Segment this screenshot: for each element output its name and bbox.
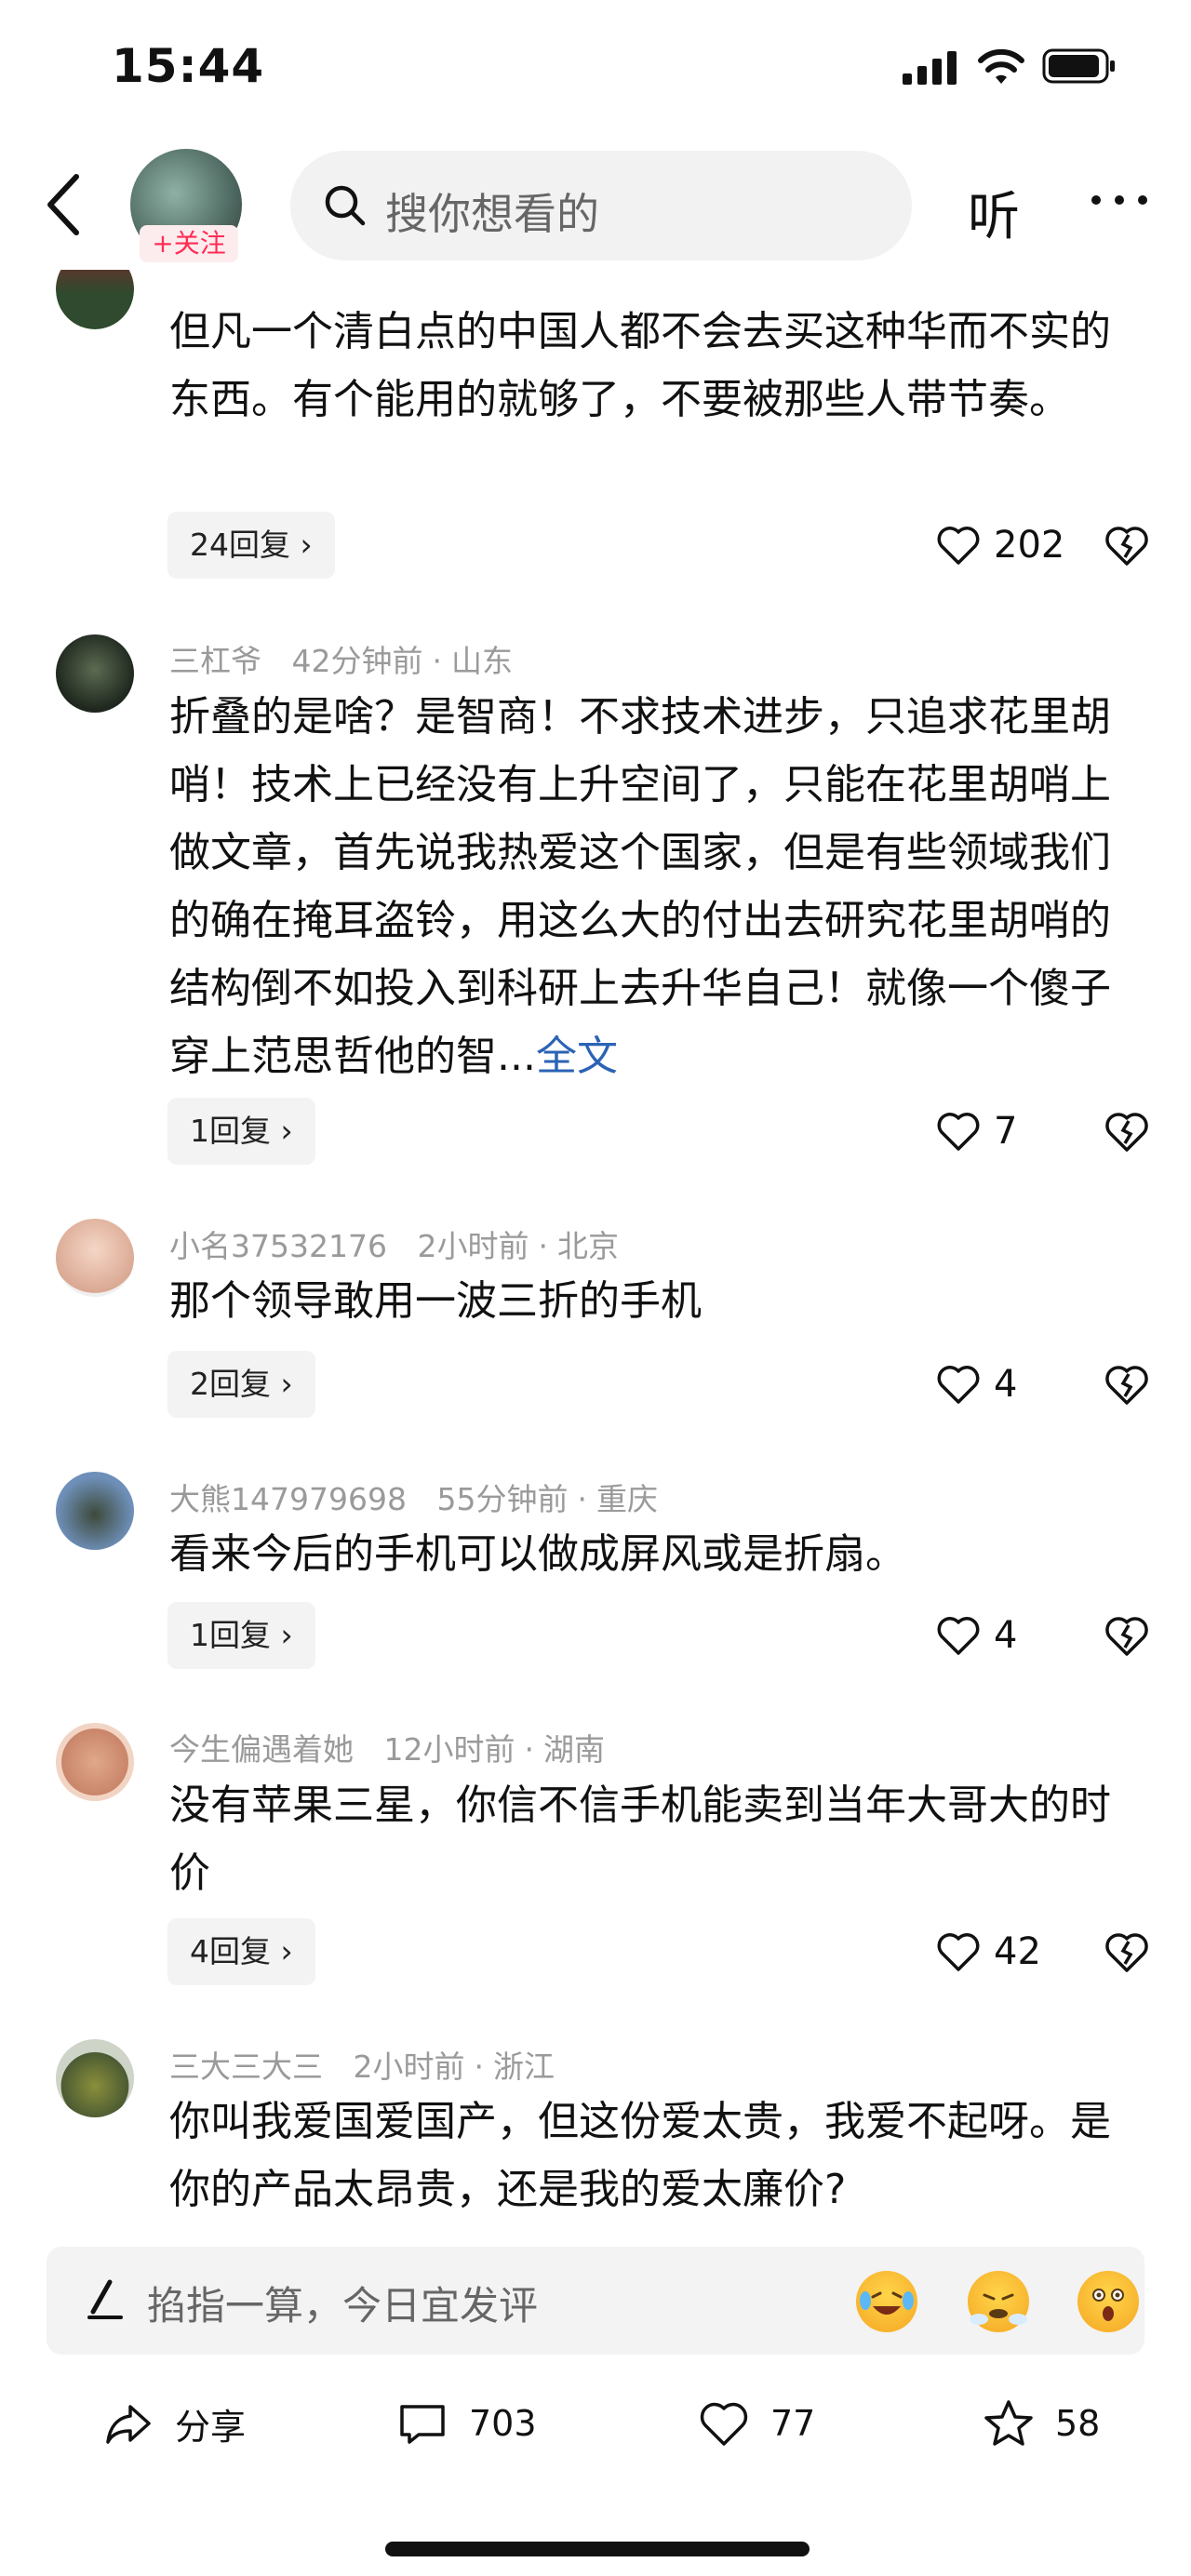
dislike-icon[interactable] xyxy=(1104,1930,1150,1973)
favorites-count: 58 xyxy=(1055,2403,1101,2444)
avatar[interactable] xyxy=(56,1723,134,1801)
star-icon xyxy=(984,2400,1033,2446)
comment-author[interactable]: 三大三大三 xyxy=(169,2049,323,2085)
laughing-crying-emoji-icon[interactable] xyxy=(856,2271,917,2332)
back-icon[interactable] xyxy=(37,167,93,242)
status-time: 15:44 xyxy=(112,39,265,93)
like-count: 42 xyxy=(994,1930,1041,1973)
dislike-icon[interactable] xyxy=(1104,1614,1150,1657)
comment-meta: 三大三大三 2小时前 · 浙江 xyxy=(169,2049,555,2085)
battery-icon xyxy=(1042,48,1115,84)
reply-count-button[interactable]: 4回复 › xyxy=(167,1918,315,1985)
search-placeholder: 搜你想看的 xyxy=(385,189,599,239)
comment-location: 湖南 xyxy=(543,1731,605,1768)
avatar[interactable] xyxy=(56,2039,134,2117)
comments-count: 703 xyxy=(469,2403,537,2444)
comment-text: 那个领导敢用一波三折的手机 xyxy=(169,1277,702,1325)
heart-icon xyxy=(937,1113,980,1151)
likes-count: 77 xyxy=(770,2403,816,2444)
comment-time: 2小时前 xyxy=(353,2049,465,2085)
bottom-action-bar: 分享 703 77 58 xyxy=(0,2377,1191,2470)
heart-icon xyxy=(937,527,980,565)
comment-location: 浙江 xyxy=(493,2049,555,2085)
avatar[interactable] xyxy=(56,1472,134,1550)
comment-text: 但凡一个清白点的中国人都不会去买这种华而不实的东西。有个能用的就够了，不要被那些… xyxy=(169,308,1111,423)
like-button[interactable]: 7 xyxy=(936,1098,1017,1165)
signal-icon xyxy=(903,51,957,85)
comment-author[interactable]: 三杠爷 xyxy=(169,643,261,679)
author-avatar[interactable]: +关注 xyxy=(130,149,248,266)
like-count: 4 xyxy=(994,1614,1018,1657)
comment-meta: 大熊147979698 55分钟前 · 重庆 xyxy=(169,1481,658,1517)
comment-time: 55分钟前 xyxy=(436,1481,569,1517)
avatar[interactable] xyxy=(56,634,134,713)
more-icon[interactable] xyxy=(1087,191,1152,209)
comment-time: 12小时前 xyxy=(383,1731,515,1768)
like-button[interactable]: 42 xyxy=(936,1918,1041,1985)
comment-author[interactable]: 大熊147979698 xyxy=(169,1481,407,1517)
comment-location: 山东 xyxy=(451,643,513,679)
laughing-crying-emoji-glyph xyxy=(860,2291,914,2315)
comment-text: 没有苹果三星，你信不信手机能卖到当年大哥大的时价 xyxy=(169,1782,1111,1897)
reply-count-button[interactable]: 2回复 › xyxy=(167,1351,315,1418)
search-icon xyxy=(325,185,366,226)
heart-icon xyxy=(937,1933,980,1971)
reply-count-button[interactable]: 24回复 › xyxy=(167,512,335,579)
like-button[interactable]: 4 xyxy=(936,1602,1017,1669)
comment-text: 看来今后的手机可以做成屏风或是折扇。 xyxy=(169,1530,906,1578)
comment-meta: 今生偏遇着她 12小时前 · 湖南 xyxy=(169,1731,605,1768)
like-count: 4 xyxy=(994,1363,1018,1406)
favorite-button[interactable]: 58 xyxy=(983,2396,1100,2451)
comment-meta: 三杠爷 42分钟前 · 山东 xyxy=(169,643,513,679)
pen-icon xyxy=(87,2279,123,2319)
dislike-icon[interactable] xyxy=(1104,1363,1150,1406)
top-nav-bar: +关注 搜你想看的 听 xyxy=(0,140,1191,270)
heart-icon xyxy=(937,1366,980,1404)
share-icon xyxy=(106,2405,151,2444)
like-count: 7 xyxy=(994,1110,1018,1153)
comment-location: 北京 xyxy=(556,1228,619,1264)
comment-input[interactable]: 掐指一算，今日宜发评 xyxy=(47,2247,1144,2355)
steam-face-emoji-glyph xyxy=(970,2293,1027,2325)
heart-icon xyxy=(700,2402,748,2446)
comment-placeholder: 掐指一算，今日宜发评 xyxy=(147,2283,539,2329)
dislike-icon[interactable] xyxy=(1104,524,1150,567)
share-label: 分享 xyxy=(175,2406,247,2448)
like-button[interactable]: 202 xyxy=(936,512,1064,579)
follow-button[interactable]: +关注 xyxy=(140,225,238,262)
comment-text: 你叫我爱国爱国产，但这份爱太贵，我爱不起呀。是你的产品太昂贵，还是我的爱太廉价? xyxy=(169,2098,1111,2213)
comments-button[interactable]: 703 xyxy=(396,2396,537,2451)
reply-count-button[interactable]: 1回复 › xyxy=(167,1602,315,1669)
dislike-icon[interactable] xyxy=(1104,1110,1150,1153)
reply-count-button[interactable]: 1回复 › xyxy=(167,1098,315,1165)
comment-time: 42分钟前 xyxy=(291,643,423,679)
like-button[interactable]: 4 xyxy=(936,1351,1017,1418)
like-count: 202 xyxy=(994,524,1065,567)
comment-time: 2小时前 xyxy=(417,1228,529,1264)
search-input[interactable]: 搜你想看的 xyxy=(290,151,912,260)
comment-author[interactable]: 小名37532176 xyxy=(169,1228,387,1264)
surprised-emoji-icon[interactable] xyxy=(1077,2271,1139,2332)
steam-face-emoji-icon[interactable] xyxy=(968,2271,1029,2332)
comment-author[interactable]: 今生偏遇着她 xyxy=(169,1731,354,1768)
heart-icon xyxy=(937,1617,980,1655)
comment-icon xyxy=(400,2405,445,2444)
home-indicator[interactable] xyxy=(385,2542,810,2556)
comment-text: 折叠的是啥？是智商！不求技术进步，只追求花里胡哨！技术上已经没有上升空间了，只能… xyxy=(169,693,1111,1080)
surprised-emoji-glyph xyxy=(1092,2289,1124,2321)
like-post-button[interactable]: 77 xyxy=(698,2396,815,2451)
comment-location: 重庆 xyxy=(596,1481,658,1517)
read-more-link[interactable]: 全文 xyxy=(536,1033,618,1080)
listen-button[interactable]: 听 xyxy=(968,175,1020,250)
comment-meta: 小名37532176 2小时前 · 北京 xyxy=(169,1228,619,1264)
wifi-icon xyxy=(978,48,1024,84)
avatar[interactable] xyxy=(56,1219,134,1297)
share-button[interactable]: 分享 xyxy=(102,2396,246,2451)
status-bar: 15:44 xyxy=(0,0,1191,140)
